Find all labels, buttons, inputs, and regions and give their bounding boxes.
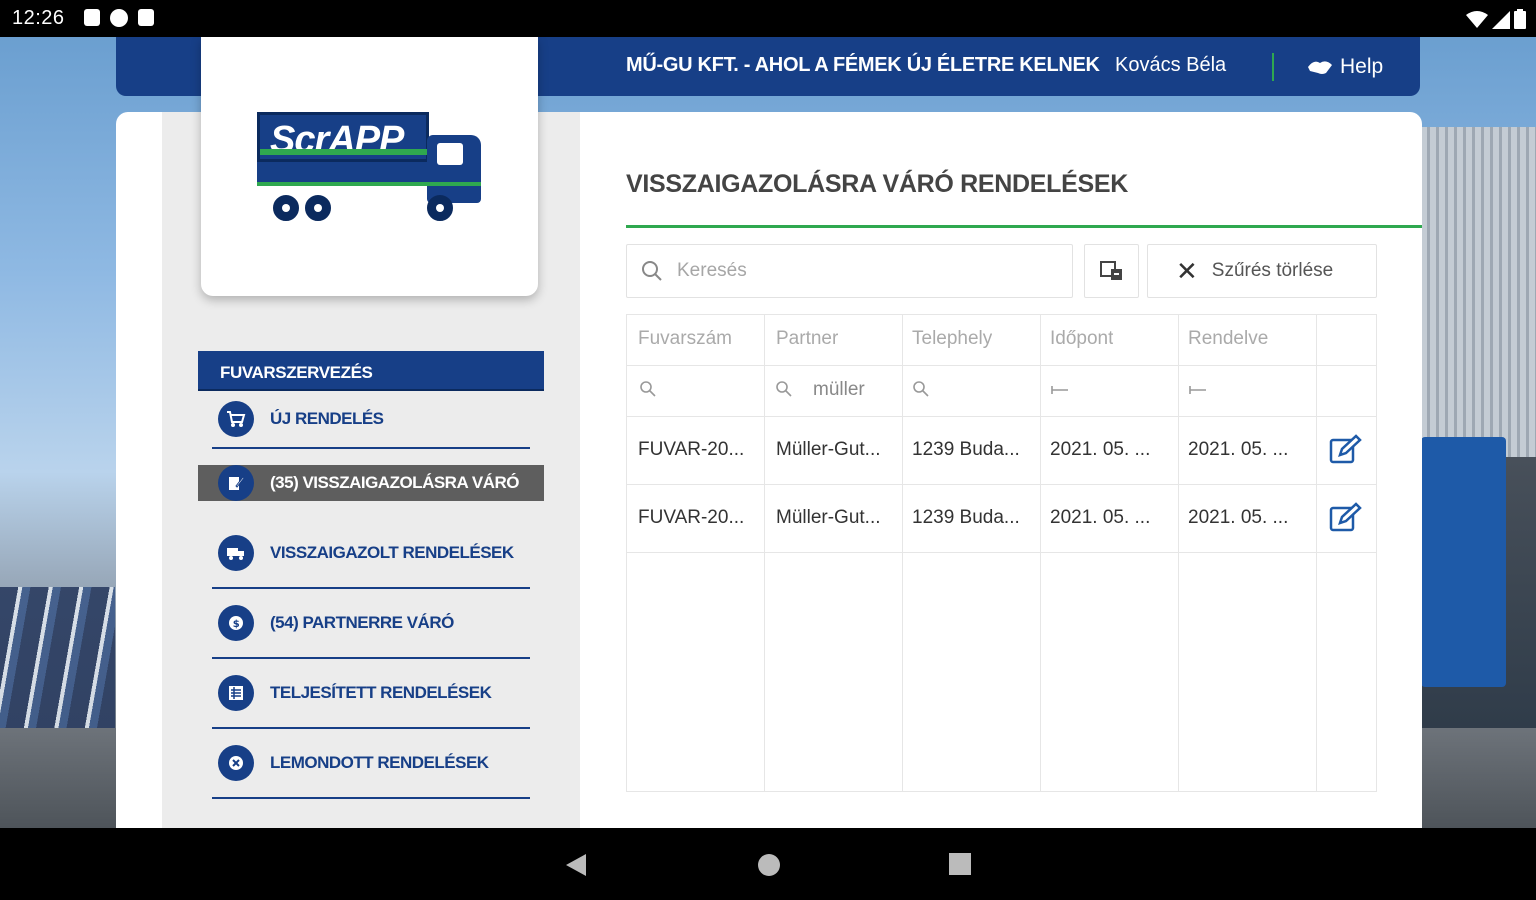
sidebar-item-label: TELJESÍTETT RENDELÉSEK [270,683,492,702]
recents-icon[interactable] [948,852,972,876]
filter-search-icon[interactable] [639,380,657,403]
column-header-fuvarszam[interactable]: Fuvarszám [638,328,732,350]
company-name: MŰ-GU KFT. - AHOL A FÉMEK ÚJ ÉLETRE KELN… [626,54,1100,76]
page-title: VISSZAIGAZOLÁSRA VÁRÓ RENDELÉSEK [626,170,1129,198]
cell-fuvarszam: FUVAR-20... [638,507,745,528]
partner-filter-input[interactable]: müller [813,379,865,401]
cancel-icon [218,745,254,781]
status-bar: 12:26 [0,0,1536,37]
edit-icon[interactable] [1328,433,1362,467]
orders-grid: Fuvarszám Partner Telephely Időpont Rend… [626,314,1377,792]
sidebar-item-new-order[interactable]: ÚJ RENDELÉS [212,391,530,449]
edit-document-icon [218,465,254,501]
cell-partner: Müller-Gut... [776,507,881,528]
wheel-icon [305,195,331,221]
column-header-idopont[interactable]: Időpont [1050,328,1113,350]
home-icon[interactable] [756,852,782,878]
sidebar-item-label: LEMONDOTT RENDELÉSEK [270,753,489,772]
header-divider [1272,53,1274,81]
column-header-rendelve[interactable]: Rendelve [1188,328,1268,350]
wheel-icon [427,195,453,221]
handshake-icon [1308,61,1332,74]
sidebar-item-label: (54) PARTNERRE VÁRÓ [270,613,454,632]
edit-icon[interactable] [1328,501,1362,535]
sd-card-icon [138,9,154,26]
date-range-icon[interactable] [1050,382,1070,402]
svg-text:$: $ [233,619,240,630]
date-range-icon[interactable] [1188,382,1208,402]
clear-filter-label: Szűrés törlése [1211,260,1334,281]
user-name[interactable]: Kovács Béla [1115,54,1226,77]
notification-icon [84,9,100,26]
sidebar-item-label: (35) VISSZAIGAZOLÁSRA VÁRÓ [270,473,519,492]
logo-card[interactable]: ScrAPP [201,37,538,296]
wheel-icon [273,195,299,221]
filter-search-icon[interactable] [912,380,930,403]
status-time: 12:26 [12,7,65,29]
background-truck [1421,437,1506,687]
cell-partner: Müller-Gut... [776,439,881,460]
sidebar-item-cancelled-orders[interactable]: LEMONDOTT RENDELÉSEK [212,729,530,799]
logo-text: ScrAPP [270,119,404,161]
wifi-icon [1466,11,1488,28]
filter-search-icon [775,380,793,403]
truck-icon [218,535,254,571]
cell-fuvarszam: FUVAR-20... [638,439,745,460]
cell-rendelve: 2021. 05. ... [1188,507,1289,528]
grid-filter-row [627,366,1376,417]
column-header-telephely[interactable]: Telephely [912,328,992,350]
cart-icon [218,401,254,437]
sidebar-item-completed-orders[interactable]: TELJESÍTETT RENDELÉSEK [212,659,530,729]
column-header-partner[interactable]: Partner [776,328,838,350]
help-label: Help [1340,55,1384,78]
sidebar-item-label: ÚJ RENDELÉS [270,409,384,428]
main-content: VISSZAIGAZOLÁSRA VÁRÓ RENDELÉSEK ✕ Szűré… [626,150,1422,792]
menu-section-title: FUVARSZERVEZÉS [198,351,544,391]
help-button[interactable]: Help [1306,55,1383,79]
close-icon: ✕ [1176,255,1198,286]
cell-idopont: 2021. 05. ... [1050,439,1151,460]
sidebar-menu: FUVARSZERVEZÉS ÚJ RENDELÉS (35) VISSZAIG… [198,351,544,799]
export-icon [1099,261,1122,280]
signal-icon [1492,11,1510,29]
sidebar-item-confirmed-orders[interactable]: VISSZAIGAZOLT RENDELÉSEK [212,519,530,589]
cell-telephely: 1239 Buda... [912,439,1020,460]
app-logo: ScrAPP [257,112,429,162]
export-button[interactable] [1084,244,1139,298]
sidebar-item-awaiting-confirmation[interactable]: (35) VISSZAIGAZOLÁSRA VÁRÓ [198,465,544,501]
coin-icon: $ [218,605,254,641]
back-icon[interactable] [564,852,588,878]
sidebar-item-awaiting-partner[interactable]: $ (54) PARTNERRE VÁRÓ [212,589,530,659]
list-icon [218,675,254,711]
clear-filter-button[interactable]: ✕ Szűrés törlése [1147,244,1377,298]
search-box[interactable] [626,244,1073,298]
cell-rendelve: 2021. 05. ... [1188,439,1289,460]
sidebar-item-label: VISSZAIGAZOLT RENDELÉSEK [270,543,514,562]
battery-icon [1514,9,1526,29]
cell-idopont: 2021. 05. ... [1050,507,1151,528]
navigation-bar [0,828,1536,900]
sync-icon [110,9,128,27]
cell-telephely: 1239 Buda... [912,507,1020,528]
search-input[interactable] [677,260,1057,282]
title-underline [626,225,1422,228]
search-icon [642,261,662,281]
